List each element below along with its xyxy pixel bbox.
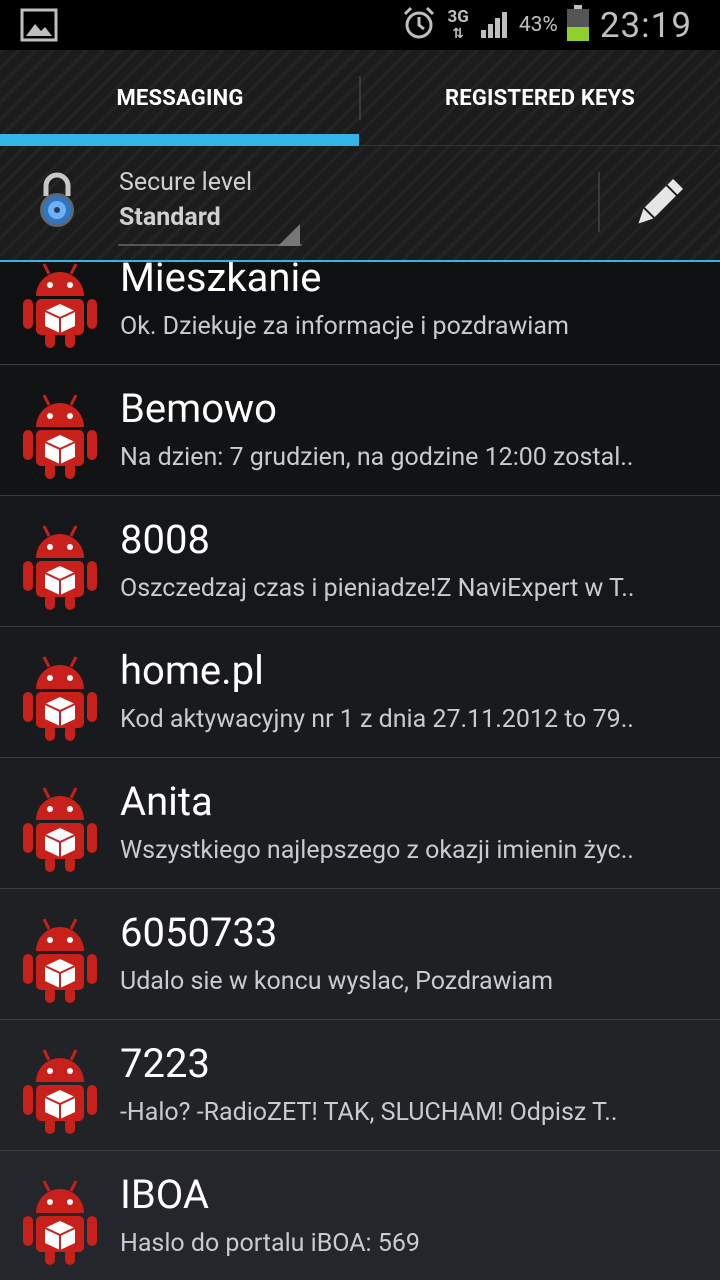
status-bar: 3G ⇅ 43% 23:19 xyxy=(0,0,720,50)
conversation-snippet: Kod aktywacyjny nr 1 z dnia 27.11.2012 t… xyxy=(120,705,634,734)
conversation-row-0[interactable]: Mieszkanie Ok. Dziekuje za informacje i … xyxy=(0,262,720,366)
secure-level-value: Standard xyxy=(119,203,221,232)
android-avatar-icon xyxy=(20,784,100,874)
battery-percent: 43% xyxy=(518,13,558,37)
conversation-snippet: -Halo? -RadioZET! TAK, SLUCHAM! Odpisz T… xyxy=(120,1098,618,1127)
conversation-snippet: Na dzien: 7 grudzien, na godzine 12:00 z… xyxy=(120,443,634,472)
conversation-row-5[interactable]: 6050733 Udalo sie w koncu wyslac, Pozdra… xyxy=(0,889,720,1021)
padlock-icon xyxy=(36,172,78,228)
secure-bar-divider xyxy=(598,172,600,232)
clock: 23:19 xyxy=(599,4,692,46)
secure-level-bar: Secure level Standard xyxy=(0,146,720,262)
conversation-row-2[interactable]: 8008 Oszczedzaj czas i pieniadze!Z NaviE… xyxy=(0,496,720,628)
android-avatar-icon xyxy=(20,1046,100,1136)
conversation-row-7[interactable]: IBOA Haslo do portalu iBOA: 569 xyxy=(0,1151,720,1280)
android-avatar-icon xyxy=(20,522,100,612)
conversation-snippet: Ok. Dziekuje za informacje i pozdrawiam xyxy=(120,312,569,341)
compose-pencil-icon[interactable] xyxy=(630,174,688,232)
conversation-name: Mieszkanie xyxy=(120,262,322,301)
conversation-snippet: Udalo sie w koncu wyslac, Pozdrawiam xyxy=(120,967,554,996)
android-avatar-icon xyxy=(20,391,100,481)
app-header: MESSAGING REGISTERED KEYS Secure level S… xyxy=(0,50,720,262)
conversation-list: Mieszkanie Ok. Dziekuje za informacje i … xyxy=(0,262,720,1280)
network-type: 3G ⇅ xyxy=(447,6,469,42)
android-avatar-icon xyxy=(20,653,100,743)
android-avatar-icon xyxy=(20,1177,100,1267)
conversation-name: IBOA xyxy=(120,1171,210,1218)
android-avatar-icon xyxy=(20,262,100,350)
conversation-row-6[interactable]: 7223 -Halo? -RadioZET! TAK, SLUCHAM! Odp… xyxy=(0,1020,720,1152)
alarm-icon xyxy=(401,5,437,45)
conversation-name: Bemowo xyxy=(120,385,277,432)
conversation-row-3[interactable]: home.pl Kod aktywacyjny nr 1 z dnia 27.1… xyxy=(0,627,720,759)
conversation-name: home.pl xyxy=(120,647,264,694)
conversation-snippet: Oszczedzaj czas i pieniadze!Z NaviExpert… xyxy=(120,574,635,603)
conversation-name: 6050733 xyxy=(120,909,278,956)
spinner-triangle-icon xyxy=(278,224,300,246)
conversation-snippet: Haslo do portalu iBOA: 569 xyxy=(120,1229,420,1258)
battery-icon xyxy=(566,5,590,45)
tab-messaging[interactable]: MESSAGING xyxy=(0,50,360,146)
tab-selected-indicator xyxy=(0,134,359,146)
signal-icon xyxy=(479,8,513,42)
tab-bar: MESSAGING REGISTERED KEYS xyxy=(0,50,720,146)
conversation-row-1[interactable]: Bemowo Na dzien: 7 grudzien, na godzine … xyxy=(0,365,720,497)
conversation-name: 7223 xyxy=(120,1040,210,1087)
tab-registered-keys[interactable]: REGISTERED KEYS xyxy=(360,50,720,146)
conversation-row-4[interactable]: Anita Wszystkiego najlepszego z okazji i… xyxy=(0,758,720,890)
conversation-name: Anita xyxy=(120,778,213,825)
secure-level-label: Secure level xyxy=(119,168,253,197)
android-avatar-icon xyxy=(20,915,100,1005)
conversation-name: 8008 xyxy=(120,516,210,563)
conversation-snippet: Wszystkiego najlepszego z okazji imienin… xyxy=(120,836,634,865)
spinner-underline xyxy=(118,244,302,246)
image-notification-icon xyxy=(20,8,58,46)
